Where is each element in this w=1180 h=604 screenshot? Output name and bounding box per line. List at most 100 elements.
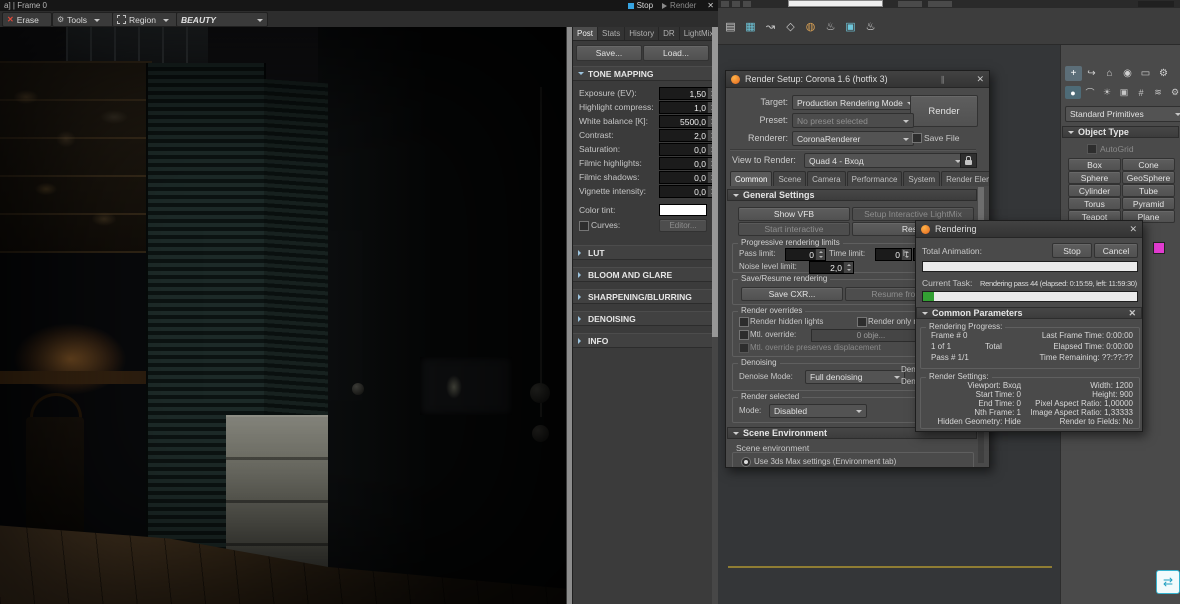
- target-combo[interactable]: Production Rendering Mode: [792, 95, 914, 110]
- preset-combo[interactable]: No preset selected: [792, 113, 914, 128]
- create-geosphere-button[interactable]: GeoSphere: [1122, 171, 1175, 184]
- spinner-control[interactable]: [815, 249, 825, 260]
- quick-search-field[interactable]: [788, 0, 883, 7]
- spinner-control[interactable]: [843, 262, 853, 273]
- create-pyramid-button[interactable]: Pyramid: [1122, 197, 1175, 210]
- tab-system[interactable]: System: [903, 171, 940, 186]
- modify-tab-icon[interactable]: ↪: [1083, 66, 1100, 81]
- primitives-category-select[interactable]: Standard Primitives: [1065, 106, 1180, 122]
- render-setup-titlebar[interactable]: Render Setup: Corona 1.6 (hotfix 3) ∥ ✕: [726, 71, 989, 88]
- display-tab-icon[interactable]: ▭: [1137, 66, 1154, 81]
- pass-limit-input[interactable]: 0: [785, 248, 826, 261]
- rollout-close-icon[interactable]: ✕: [1128, 308, 1136, 319]
- vfb-stop-button[interactable]: Stop: [628, 1, 653, 10]
- tab-camera[interactable]: Camera: [807, 171, 845, 186]
- section-denoising[interactable]: DENOISING: [573, 311, 713, 326]
- motion-tab-icon[interactable]: ◉: [1119, 66, 1136, 81]
- create-cylinder-button[interactable]: Cylinder: [1068, 184, 1121, 197]
- render-production-icon[interactable]: ♨: [861, 13, 880, 39]
- exposure-input[interactable]: 1,50: [659, 87, 718, 100]
- drag-grip-icon[interactable]: ∥: [941, 75, 945, 84]
- render-setup-close-icon[interactable]: ✕: [976, 74, 984, 85]
- curves-checkbox[interactable]: [579, 221, 589, 231]
- curves-editor-button[interactable]: Editor...: [659, 219, 707, 232]
- vfb-titlebar[interactable]: а] | Frame 0 Stop Render ✕: [0, 0, 718, 11]
- lights-icon[interactable]: ☀: [1099, 86, 1115, 99]
- denoise-mode-combo[interactable]: Full denoising: [805, 370, 905, 384]
- section-info[interactable]: INFO: [573, 333, 713, 348]
- mtl-override-slot[interactable]: 0 obje...: [811, 329, 931, 342]
- mtl-override-checkbox[interactable]: [739, 330, 749, 340]
- create-tube-button[interactable]: Tube: [1122, 184, 1175, 197]
- save-cxr-button[interactable]: Save CXR...: [741, 287, 843, 301]
- saturation-input[interactable]: 0,0: [659, 143, 718, 156]
- cameras-icon[interactable]: ▣: [1116, 86, 1132, 99]
- renderer-combo[interactable]: CoronaRenderer: [792, 131, 914, 146]
- channel-dropdown[interactable]: BEAUTY: [176, 12, 268, 27]
- geometry-icon[interactable]: ●: [1065, 86, 1081, 99]
- render-hidden-lights-checkbox[interactable]: [739, 317, 749, 327]
- vfb-render-button[interactable]: Render: [662, 1, 696, 10]
- rendered-image[interactable]: [0, 27, 566, 604]
- vfb-tab-history[interactable]: History: [625, 27, 659, 40]
- filmic-shadows-input[interactable]: 0,0: [659, 171, 718, 184]
- create-cone-button[interactable]: Cone: [1122, 158, 1175, 171]
- rendered-frame-icon[interactable]: ▣: [841, 13, 860, 39]
- stop-button[interactable]: Stop: [1052, 243, 1092, 258]
- rendering-close-icon[interactable]: ✕: [1129, 224, 1137, 235]
- utilities-tab-icon[interactable]: ⚙: [1155, 66, 1172, 81]
- section-bloom-glare[interactable]: BLOOM AND GLARE: [573, 267, 713, 282]
- render-selected-mode-combo[interactable]: Disabled: [769, 404, 867, 418]
- vfb-tab-stats[interactable]: Stats: [598, 27, 625, 40]
- show-vfb-button[interactable]: Show VFB: [738, 207, 850, 221]
- systems-icon[interactable]: ⚙: [1167, 86, 1180, 99]
- save-settings-button[interactable]: Save...: [576, 45, 642, 61]
- create-box-button[interactable]: Box: [1068, 158, 1121, 171]
- setup-lightmix-button[interactable]: Setup Interactive LightMix: [852, 207, 974, 221]
- region-dropdown[interactable]: Region: [112, 12, 180, 27]
- save-file-checkbox[interactable]: [912, 133, 922, 143]
- autogrid-checkbox[interactable]: [1087, 144, 1097, 154]
- vfb-close-icon[interactable]: ✕: [707, 1, 714, 10]
- section-sharpening-blurring[interactable]: SHARPENING/BLURRING: [573, 289, 713, 304]
- shapes-icon[interactable]: ⌒: [1082, 86, 1098, 99]
- render-button[interactable]: Render: [910, 95, 978, 127]
- manage-layers-icon[interactable]: ▤: [721, 13, 740, 39]
- notification-icon[interactable]: ⇄: [1156, 570, 1180, 594]
- cancel-button[interactable]: Cancel: [1094, 243, 1138, 258]
- noise-limit-input[interactable]: 2,0: [809, 261, 854, 274]
- graphite-ribbon-icon[interactable]: ▦: [741, 13, 760, 39]
- lock-view-button[interactable]: [960, 153, 977, 168]
- tab-scene[interactable]: Scene: [773, 171, 806, 186]
- tab-performance[interactable]: Performance: [847, 171, 903, 186]
- filmic-highlights-input[interactable]: 0,0: [659, 157, 718, 170]
- start-interactive-button[interactable]: Start interactive: [738, 222, 850, 236]
- create-torus-button[interactable]: Torus: [1068, 197, 1121, 210]
- vfb-tab-dr[interactable]: DR: [659, 27, 680, 40]
- material-editor-icon[interactable]: ◍: [801, 13, 820, 39]
- curve-editor-icon[interactable]: ↝: [761, 13, 780, 39]
- tab-render-elements[interactable]: Render Elements: [941, 171, 990, 186]
- spacewarps-icon[interactable]: ≋: [1150, 86, 1166, 99]
- highlight-compress-input[interactable]: 1,0: [659, 101, 718, 114]
- schematic-view-icon[interactable]: ◇: [781, 13, 800, 39]
- use-max-settings-radio[interactable]: [741, 457, 751, 467]
- tools-dropdown[interactable]: ⚙ Tools: [52, 12, 114, 27]
- helpers-icon[interactable]: #: [1133, 86, 1149, 99]
- mtl-preserve-checkbox[interactable]: [739, 343, 749, 353]
- create-tab-icon[interactable]: +: [1065, 66, 1082, 81]
- hierarchy-tab-icon[interactable]: ⌂: [1101, 66, 1118, 81]
- object-type-rollout[interactable]: Object Type: [1062, 126, 1179, 138]
- common-parameters-rollout[interactable]: Common Parameters ✕: [916, 307, 1142, 319]
- load-settings-button[interactable]: Load...: [643, 45, 709, 61]
- section-lut[interactable]: LUT: [573, 245, 713, 260]
- general-settings-rollout[interactable]: General Settings: [727, 189, 977, 201]
- create-sphere-button[interactable]: Sphere: [1068, 171, 1121, 184]
- white-balance-input[interactable]: 5500,0: [659, 115, 718, 128]
- render-setup-icon[interactable]: ♨: [821, 13, 840, 39]
- object-color-swatch[interactable]: [1153, 242, 1165, 254]
- contrast-input[interactable]: 2,0: [659, 129, 718, 142]
- rendering-titlebar[interactable]: Rendering ✕: [916, 221, 1142, 238]
- render-only-mask-checkbox[interactable]: [857, 317, 867, 327]
- erase-button[interactable]: ✕ Erase: [2, 12, 52, 27]
